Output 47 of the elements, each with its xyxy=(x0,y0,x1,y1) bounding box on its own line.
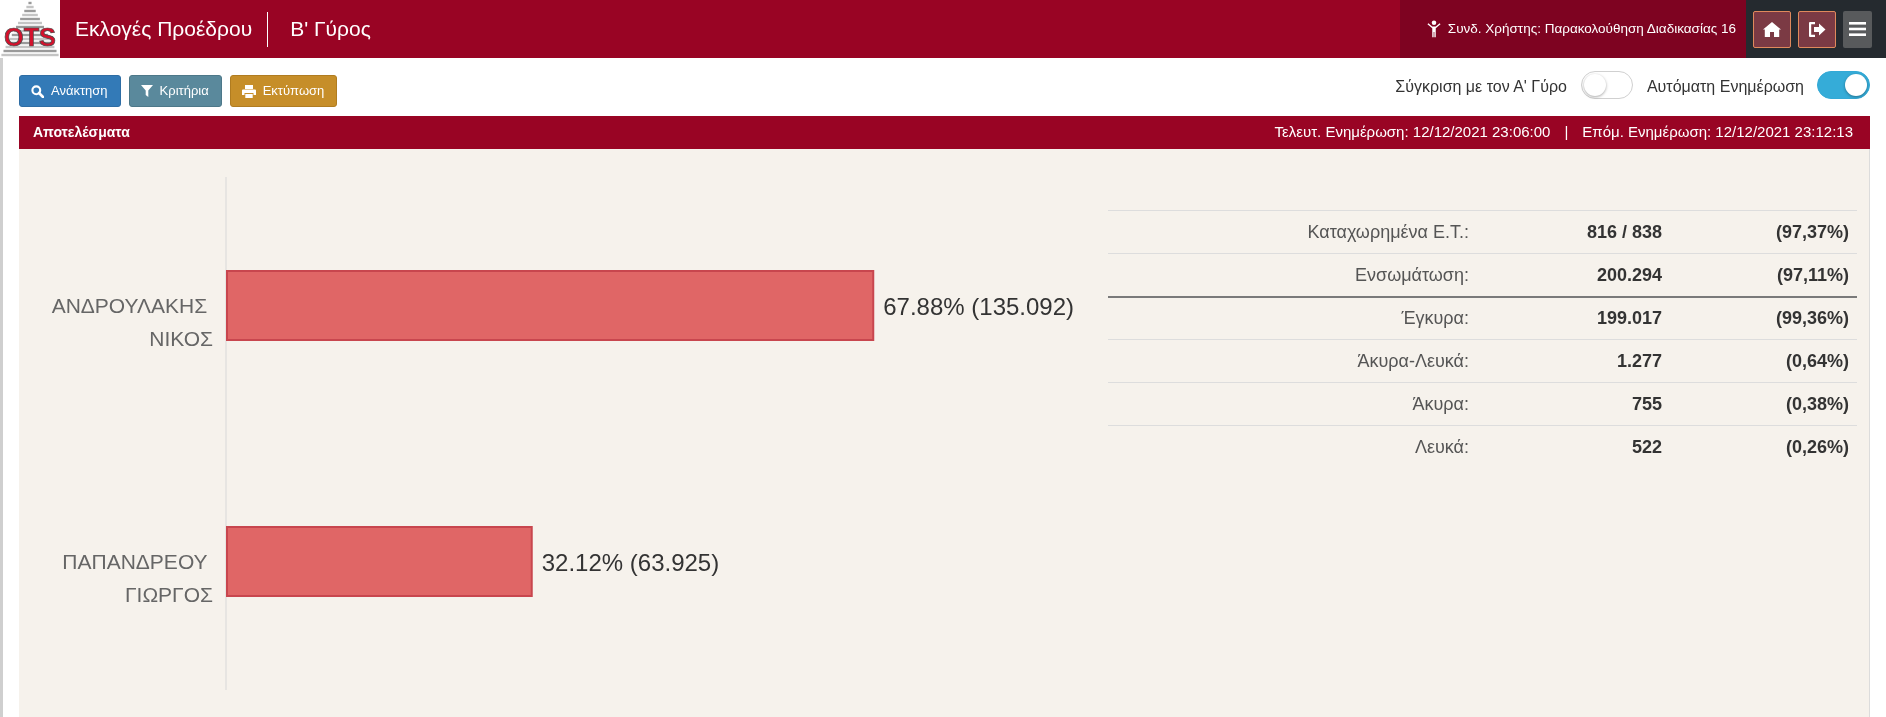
stat-label: Άκυρα-Λευκά: xyxy=(1356,349,1469,373)
stat-percent: (0,64%) xyxy=(1784,349,1849,373)
section-title: Αποτελέσματα xyxy=(33,123,130,142)
logout-button[interactable] xyxy=(1798,10,1836,48)
category-label: ΠΑΠΑΝΔΡΕΟΥ ΓΙΩΡΓΟΣ xyxy=(62,549,213,606)
value-label: 32.12% (63.925) xyxy=(541,548,720,576)
menu-button[interactable] xyxy=(1843,10,1872,48)
stat-percent: (0,38%) xyxy=(1784,392,1849,416)
stat-label: Ενσωμάτωση: xyxy=(1354,263,1469,287)
value-label: 67.88% (135.092) xyxy=(883,292,1075,320)
stat-label: Λευκά: xyxy=(1413,435,1469,459)
toggle-label: Αυτόματη Ενημέρωση xyxy=(1646,77,1804,97)
filter-icon xyxy=(140,85,153,97)
retrieve-button[interactable]: Ανάκτηση xyxy=(19,75,121,107)
toggle-label: Σύγκριση με τον Α' Γύρο xyxy=(1395,77,1567,97)
logo: OTS xyxy=(0,0,60,58)
criteria-button[interactable]: Κριτήρια xyxy=(128,75,222,107)
next-update-text: Επόμ. Ενημέρωση: 12/12/2021 23:12:13 xyxy=(1582,122,1853,143)
home-icon xyxy=(1763,21,1781,37)
stat-value: 522 xyxy=(1630,435,1662,459)
toggle-switch[interactable] xyxy=(1580,71,1633,99)
app-title: Εκλογές Προέδρου xyxy=(75,16,253,43)
stat-label: Καταχωρημένα Ε.Τ.: xyxy=(1306,220,1469,244)
logout-icon xyxy=(1808,21,1826,37)
person-icon xyxy=(1426,20,1441,38)
menu-icon xyxy=(1849,22,1866,36)
printer-icon xyxy=(241,84,256,98)
toggle-switch[interactable] xyxy=(1817,71,1870,99)
stat-value: 816 / 838 xyxy=(1585,220,1662,244)
print-button[interactable]: Εκτύπωση xyxy=(229,75,338,107)
round-title: Β' Γύρος xyxy=(290,16,371,43)
stat-percent: (99,36%) xyxy=(1774,307,1849,330)
stat-value: 199.017 xyxy=(1595,307,1662,330)
stat-value: 200.294 xyxy=(1595,263,1662,287)
stat-percent: (97,11%) xyxy=(1775,263,1849,287)
stat-label: Έγκυρα: xyxy=(1400,307,1469,330)
separator-text: | xyxy=(1564,122,1569,143)
last-update-text: Τελευτ. Ενημέρωση: 12/12/2021 23:06:00 xyxy=(1274,122,1551,143)
category-label: ΑΝΔΡΟΥΛΑΚΗΣ ΝΙΚΟΣ xyxy=(51,293,213,350)
stat-percent: (97,37%) xyxy=(1774,220,1849,244)
stat-percent: (0,26%) xyxy=(1784,435,1849,459)
stat-label: Άκυρα: xyxy=(1411,392,1469,416)
home-button[interactable] xyxy=(1753,10,1791,48)
stat-value: 1.277 xyxy=(1615,349,1662,373)
stat-value: 755 xyxy=(1630,392,1662,416)
user-label: Συνδ. Χρήστης: Παρακολούθηση Διαδικασίας 16 xyxy=(1447,19,1736,38)
search-icon xyxy=(31,84,44,98)
